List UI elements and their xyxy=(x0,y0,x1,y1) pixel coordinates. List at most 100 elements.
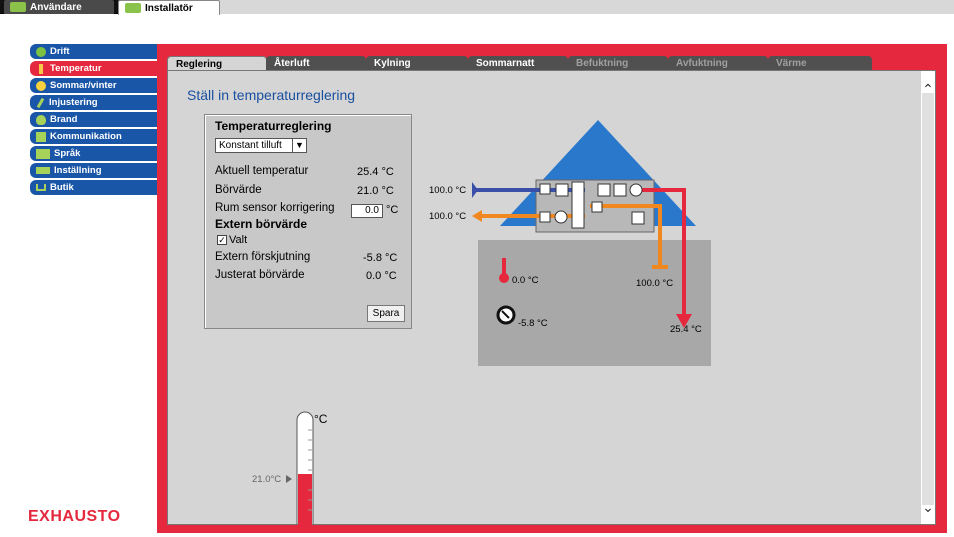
tab-reglering[interactable]: Reglering xyxy=(167,56,267,71)
tab-label: Sommarnatt xyxy=(476,57,535,69)
tab-befuktning: Befuktning xyxy=(568,56,668,70)
current-temp-label: Aktuell temperatur xyxy=(215,165,309,177)
setpoint-thermometer: °C 21.0°C xyxy=(240,400,360,526)
setpoint-label: Börvärde xyxy=(215,184,262,196)
filter-icon xyxy=(555,183,569,197)
shift-temp: -5.8 °C xyxy=(518,318,548,329)
tab-label: Avfuktning xyxy=(676,57,728,69)
sidebar-item-label: Kommunikation xyxy=(50,131,122,142)
current-temp-value: 25.4 °C xyxy=(357,166,394,178)
fire-icon xyxy=(36,114,46,125)
sidebar-item-label: Temperatur xyxy=(50,63,102,74)
network-icon xyxy=(36,131,46,142)
outdoor-air-marker xyxy=(472,182,478,198)
setpoint-marker-label: 21.0°C xyxy=(252,474,282,485)
tab-label: Reglering xyxy=(176,58,223,70)
settings-icon xyxy=(36,167,50,174)
checkbox-icon[interactable]: ✓ xyxy=(217,235,227,245)
tab-label: Värme xyxy=(776,57,807,69)
tab-label: Återluft xyxy=(274,57,310,69)
bypass-icon xyxy=(591,201,603,213)
outdoor-temp: 0.0 °C xyxy=(512,275,539,286)
sidebar-item-brand[interactable]: Brand xyxy=(30,112,157,127)
users-icon xyxy=(10,2,26,12)
scrollbar-track[interactable] xyxy=(922,93,934,505)
chevron-down-icon[interactable]: ▼ xyxy=(292,139,306,152)
tab-anvandare[interactable]: Användare xyxy=(4,0,114,14)
sidebar-item-label: Språk xyxy=(54,148,81,159)
tab-kylning[interactable]: Kylning xyxy=(366,56,468,70)
thermometer-unit: °C xyxy=(314,412,328,426)
save-button[interactable]: Spara xyxy=(367,305,405,322)
sidebar-item-installning[interactable]: Inställning xyxy=(30,163,157,178)
extract-temp: 100.0 °C xyxy=(636,278,674,289)
flags-icon xyxy=(36,148,50,159)
tab-aterluft[interactable]: Återluft xyxy=(266,56,366,70)
mode-select-value: Konstant tilluft xyxy=(219,140,282,151)
heater-icon xyxy=(613,183,627,197)
tab-installator[interactable]: Installatör xyxy=(118,0,220,15)
sidebar-item-injustering[interactable]: Injustering xyxy=(30,95,157,110)
tab-label: Kylning xyxy=(374,57,411,69)
exhausto-logo: EXHAUSTO xyxy=(28,508,121,525)
external-setpoint-heading: Extern börvärde xyxy=(215,217,308,231)
exhaust-arrow-icon xyxy=(472,210,482,222)
sidebar-item-label: Brand xyxy=(50,114,78,125)
sidebar-item-sommar-vinter[interactable]: Sommar/vinter xyxy=(30,78,157,93)
sidebar-item-sprak[interactable]: Språk xyxy=(30,146,157,161)
adjusted-setpoint-value: 0.0 °C xyxy=(366,270,397,282)
page-title: Ställ in temperaturreglering xyxy=(187,87,356,103)
sidebar-item-label: Inställning xyxy=(54,165,102,176)
scroll-up-icon[interactable]: ⌃ xyxy=(921,80,935,98)
sidebar-item-temperatur[interactable]: Temperatur xyxy=(30,61,157,76)
ext-shift-value: -5.8 °C xyxy=(363,252,398,264)
sidebar-item-label: Drift xyxy=(50,46,70,57)
extract-filter-icon xyxy=(631,211,645,225)
tab-installator-label: Installatör xyxy=(145,2,193,14)
sidebar-item-label: Sommar/vinter xyxy=(50,80,117,91)
room-sensor-unit: °C xyxy=(386,204,399,216)
settings-title: Temperaturreglering xyxy=(215,119,332,133)
outdoor-thermometer-bulb xyxy=(499,273,509,283)
room-sensor-input[interactable]: 0.0 xyxy=(351,204,383,218)
supply-fan-icon xyxy=(629,183,643,197)
tab-label: Befuktning xyxy=(576,57,629,69)
tab-anvandare-label: Användare xyxy=(30,1,82,13)
sidebar-item-butik[interactable]: Butik xyxy=(30,180,157,195)
exhaust-out-temp: 100.0 °C xyxy=(429,211,467,222)
room-sensor-label: Rum sensor korrigering xyxy=(215,202,335,214)
mode-select[interactable]: Konstant tilluft ▼ xyxy=(215,138,307,153)
room-box xyxy=(478,240,711,366)
ext-shift-label: Extern förskjutning xyxy=(215,251,311,263)
sidebar-item-label: Butik xyxy=(50,182,74,193)
damper-icon xyxy=(539,183,551,195)
damper-exhaust-icon xyxy=(539,211,551,223)
thermometer-svg xyxy=(286,411,314,526)
exhaust-fan-icon xyxy=(554,210,568,224)
valt-checkbox[interactable]: ✓ Valt xyxy=(217,234,247,246)
cooler-icon xyxy=(597,183,611,197)
installer-icon xyxy=(125,3,141,13)
adjusted-setpoint-label: Justerat börvärde xyxy=(215,269,305,281)
supply-in-temp: 100.0 °C xyxy=(429,185,467,196)
sidebar: Drift Temperatur Sommar/vinter Injusteri… xyxy=(30,44,157,197)
top-tab-strip xyxy=(218,0,954,14)
tab-varme: Värme xyxy=(768,56,872,70)
wrench-icon xyxy=(36,97,45,108)
ventilation-diagram: 100.0 °C 100.0 °C 0.0 °C 100.0 °C -5.8 °… xyxy=(420,118,720,368)
sun-icon xyxy=(36,80,46,91)
scroll-down-icon[interactable]: ⌄ xyxy=(921,498,935,516)
sidebar-item-drift[interactable]: Drift xyxy=(30,44,157,59)
tab-avfuktning: Avfuktning xyxy=(668,56,768,70)
sidebar-item-label: Injustering xyxy=(49,97,98,108)
sidebar-item-kommunikation[interactable]: Kommunikation xyxy=(30,129,157,144)
heat-exchanger-icon xyxy=(571,181,585,229)
supply-temp: 25.4 °C xyxy=(670,324,702,335)
temperature-settings-panel: Temperaturreglering Konstant tilluft ▼ A… xyxy=(204,114,412,329)
valt-label: Valt xyxy=(229,234,248,246)
thermometer-icon xyxy=(39,63,43,74)
extract-grille xyxy=(652,265,668,269)
tab-sommarnatt[interactable]: Sommarnatt xyxy=(468,56,568,70)
fan-icon xyxy=(36,46,46,57)
setpoint-value: 21.0 °C xyxy=(357,185,394,197)
